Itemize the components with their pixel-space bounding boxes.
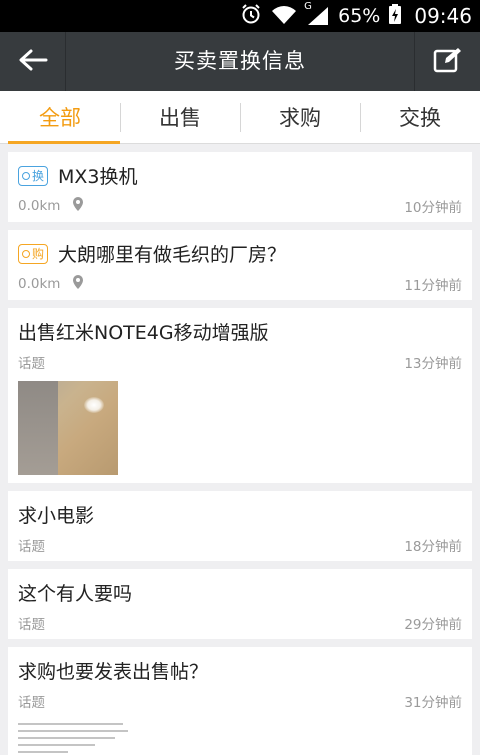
alarm-icon	[240, 3, 262, 29]
post-time: 29分钟前	[404, 617, 462, 633]
clock: 09:46	[414, 4, 472, 28]
battery-percent: 65%	[338, 5, 381, 27]
status-bar: G 65% 09:46	[0, 0, 480, 32]
network-type-label: G	[304, 1, 312, 12]
edit-button[interactable]	[414, 32, 480, 91]
back-button[interactable]	[0, 32, 66, 91]
post-category: 话题	[18, 356, 45, 372]
post-thumbnail[interactable]	[18, 381, 118, 475]
tab-sell[interactable]: 出售	[120, 91, 240, 143]
location-pin-icon	[72, 196, 84, 216]
post-title: MX3换机	[58, 166, 138, 188]
post-time: 31分钟前	[404, 695, 462, 711]
signal-icon: G	[304, 1, 330, 27]
swap-badge: 换	[18, 165, 49, 186]
tab-buy[interactable]: 求购	[240, 91, 360, 143]
battery-charging-icon	[388, 3, 402, 29]
post-category: 话题	[18, 695, 45, 711]
post-title: 求购也要发表出售帖？	[18, 661, 209, 683]
list-item[interactable]: 出售红米NOTE4G移动增强版 话题 13分钟前	[8, 308, 472, 483]
post-time: 11分钟前	[404, 278, 462, 294]
post-time: 13分钟前	[404, 356, 462, 372]
post-category: 话题	[18, 617, 45, 633]
buy-badge: 购	[18, 243, 49, 264]
category-tabs: 全部 出售 求购 交换	[0, 91, 480, 144]
post-time: 18分钟前	[404, 539, 462, 555]
tab-exchange[interactable]: 交换	[360, 91, 480, 143]
tab-all[interactable]: 全部	[0, 91, 120, 144]
wifi-icon	[270, 3, 298, 29]
post-category: 话题	[18, 539, 45, 555]
post-title: 出售红米NOTE4G移动增强版	[18, 322, 269, 344]
location-pin-icon	[72, 274, 84, 294]
post-distance: 0.0km	[18, 198, 61, 214]
post-title: 大朗哪里有做毛织的厂房？	[58, 244, 287, 266]
post-time: 10分钟前	[404, 200, 462, 216]
edit-icon	[433, 46, 463, 78]
post-list: 换 MX3换机 0.0km 10分钟前 购 大朗哪里有做毛织的厂房？ 0.0km…	[8, 152, 472, 755]
post-title: 求小电影	[18, 505, 95, 527]
app-header: 买卖置换信息	[0, 32, 480, 91]
post-thumbnail[interactable]	[18, 723, 128, 755]
arrow-left-icon	[18, 48, 48, 76]
list-item[interactable]: 求小电影 话题 18分钟前	[8, 491, 472, 561]
list-item[interactable]: 这个有人要吗 话题 29分钟前	[8, 569, 472, 639]
list-item[interactable]: 购 大朗哪里有做毛织的厂房？ 0.0km 11分钟前	[8, 230, 472, 300]
list-item[interactable]: 换 MX3换机 0.0km 10分钟前	[8, 152, 472, 222]
post-distance: 0.0km	[18, 276, 61, 292]
page-title: 买卖置换信息	[174, 49, 306, 73]
list-item[interactable]: 求购也要发表出售帖？ 话题 31分钟前	[8, 647, 472, 755]
post-title: 这个有人要吗	[18, 583, 133, 605]
